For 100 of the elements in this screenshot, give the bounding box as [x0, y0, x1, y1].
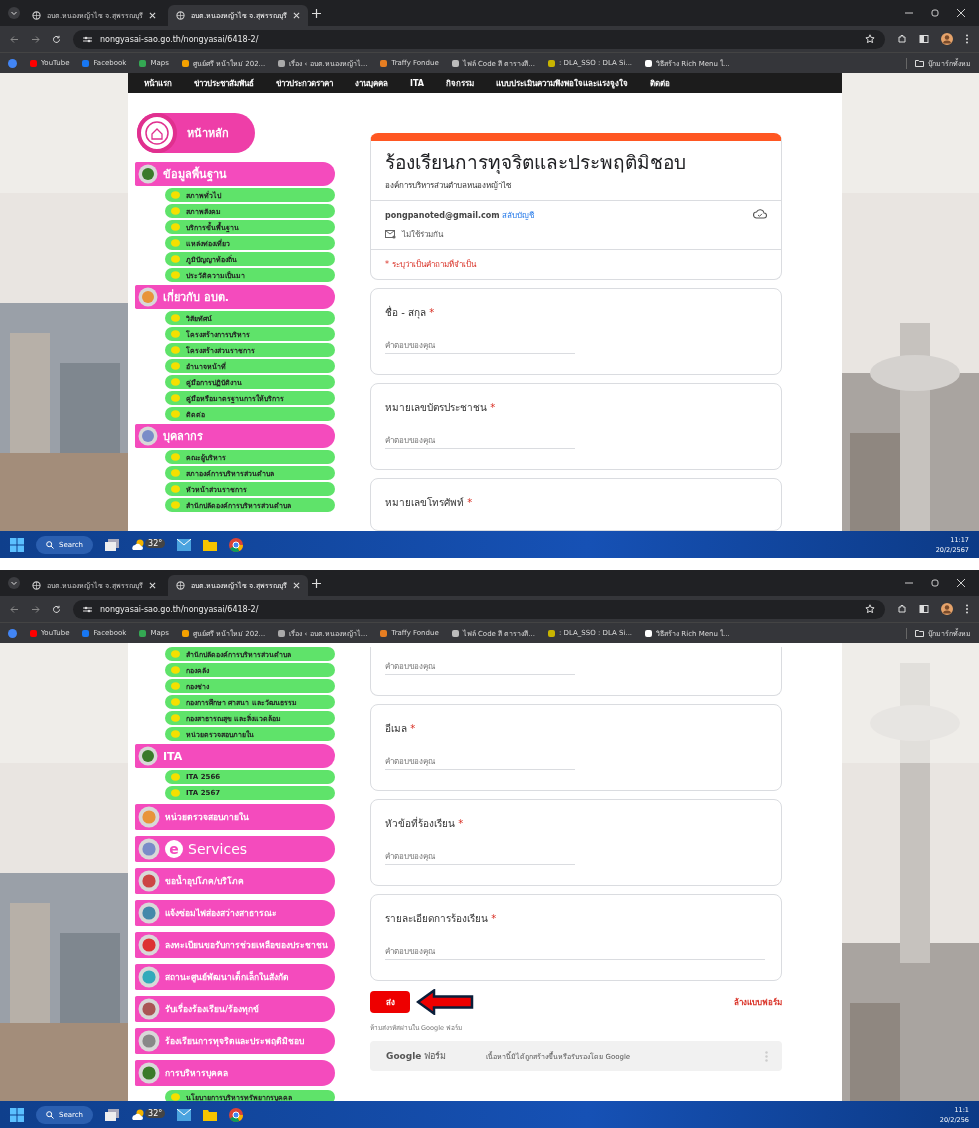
- star-icon[interactable]: [865, 34, 875, 44]
- weather-icon: [131, 1108, 146, 1121]
- mail-app-icon[interactable]: [177, 1108, 192, 1121]
- avatar-icon[interactable]: [941, 33, 953, 45]
- forward-icon[interactable]: [31, 604, 40, 614]
- start-icon[interactable]: [10, 537, 24, 552]
- answer-field[interactable]: คำตอบของคุณ: [385, 433, 575, 449]
- clear-form-link[interactable]: ล้างแบบฟอร์ม: [734, 995, 782, 1009]
- bullet-icon: [171, 1093, 180, 1101]
- close-icon[interactable]: [957, 9, 965, 17]
- answer-field[interactable]: คำตอบของคุณ: [385, 849, 575, 865]
- round-emblem-icon: [138, 966, 160, 988]
- weather-widget[interactable]: 32°: [131, 1108, 166, 1121]
- bullet-icon: [171, 773, 180, 781]
- new-tab-icon[interactable]: [312, 578, 321, 588]
- bullet-icon: [171, 346, 180, 354]
- bullet-icon: [171, 650, 180, 658]
- answer-field[interactable]: คำตอบของคุณ: [385, 659, 575, 675]
- minimize-icon[interactable]: [905, 579, 913, 587]
- answer-field[interactable]: คำตอบของคุณ: [385, 754, 575, 770]
- apps-icon[interactable]: [8, 628, 17, 638]
- caret-icon[interactable]: [8, 577, 20, 589]
- mail-icon: [385, 230, 396, 239]
- back-icon[interactable]: [10, 34, 19, 44]
- required-note: * ระบุว่าเป็นคำถามที่จำเป็น: [371, 249, 781, 279]
- round-emblem-icon: [138, 426, 158, 446]
- tune-icon: [83, 34, 92, 44]
- reload-icon[interactable]: [52, 34, 61, 44]
- more-icon[interactable]: [965, 604, 969, 614]
- restore-icon[interactable]: [931, 9, 939, 17]
- forward-icon[interactable]: [31, 34, 40, 44]
- folder-icon[interactable]: [203, 538, 218, 551]
- nav-link[interactable]: ติดต่อ: [650, 76, 670, 90]
- close-icon[interactable]: [293, 582, 300, 589]
- reload-icon[interactable]: [52, 604, 61, 614]
- caret-icon[interactable]: [8, 7, 20, 19]
- round-emblem-icon: [138, 838, 160, 860]
- browser-icon[interactable]: [229, 1107, 244, 1122]
- bullet-icon: [171, 330, 180, 338]
- star-icon[interactable]: [865, 604, 875, 614]
- address-bar[interactable]: nongyasai-sao.go.th/nongyasai/6418-2/: [73, 29, 885, 49]
- task-view-icon[interactable]: [105, 1108, 120, 1121]
- browser-icon[interactable]: [229, 537, 244, 552]
- close-icon[interactable]: [957, 579, 965, 587]
- more-icon[interactable]: [965, 34, 969, 44]
- weather-widget[interactable]: 32°: [131, 538, 166, 551]
- submit-button[interactable]: ส่ง: [370, 991, 410, 1013]
- answer-field[interactable]: คำตอบของคุณ: [385, 338, 575, 354]
- round-emblem-icon: [138, 287, 158, 307]
- bullet-icon: [171, 453, 180, 461]
- new-tab-icon[interactable]: [312, 8, 321, 18]
- form-description: องค์การบริหารส่วนตำบลหนองหญ้าไซ: [385, 180, 512, 192]
- bullet-icon: [171, 394, 180, 402]
- question-label: อีเมล: [385, 723, 407, 734]
- globe-icon: [32, 11, 41, 20]
- nav-link[interactable]: ข่าวประกวดราคา: [276, 76, 333, 90]
- switch-account-link[interactable]: สลับบัญชี: [502, 211, 535, 220]
- task-view-icon[interactable]: [105, 538, 120, 551]
- required-mark: *: [410, 723, 416, 734]
- bullet-icon: [171, 501, 180, 509]
- side-panel-icon[interactable]: [919, 604, 929, 614]
- avatar-icon[interactable]: [941, 603, 953, 615]
- bullet-icon: [171, 239, 180, 247]
- round-emblem-icon: [138, 806, 160, 828]
- nav-link[interactable]: ITA: [410, 78, 424, 88]
- bullet-icon: [171, 410, 180, 418]
- close-icon[interactable]: [293, 12, 300, 19]
- nav-link[interactable]: แบบประเมินความพึงพอใจและแรงจูงใจ: [496, 76, 628, 90]
- round-emblem-icon: [138, 1030, 160, 1052]
- bullet-icon: [171, 698, 180, 706]
- bullet-icon: [171, 362, 180, 370]
- house-icon: [137, 113, 177, 153]
- bullet-icon: [171, 314, 180, 322]
- back-icon[interactable]: [10, 604, 19, 614]
- restore-icon[interactable]: [931, 579, 939, 587]
- bullet-icon: [171, 223, 180, 231]
- side-panel-icon[interactable]: [919, 34, 929, 44]
- round-emblem-icon: [138, 934, 160, 956]
- answer-field[interactable]: คำตอบของคุณ: [385, 944, 765, 960]
- forms-logo: Google ฟอร์ม: [386, 1050, 447, 1063]
- address-bar[interactable]: nongyasai-sao.go.th/nongyasai/6418-2/: [73, 599, 885, 619]
- nav-link[interactable]: งานบุคคล: [355, 76, 388, 90]
- minimize-icon[interactable]: [905, 9, 913, 17]
- required-mark: *: [458, 818, 464, 829]
- folder-icon[interactable]: [203, 1108, 218, 1121]
- nav-link[interactable]: กิจกรรม: [446, 76, 474, 90]
- question-label: รายละเอียดการร้องเรียน: [385, 913, 488, 924]
- nav-link[interactable]: ข่าวประชาสัมพันธ์: [194, 76, 254, 90]
- bullet-icon: [171, 255, 180, 263]
- round-emblem-icon: [138, 164, 158, 184]
- mail-app-icon[interactable]: [177, 538, 192, 551]
- start-icon[interactable]: [10, 1107, 24, 1122]
- close-icon[interactable]: [149, 12, 156, 19]
- home-button[interactable]: หน้าหลัก: [137, 113, 255, 153]
- bullet-icon: [171, 730, 180, 738]
- required-mark: *: [490, 402, 496, 413]
- folder-icon: [915, 59, 924, 67]
- close-icon[interactable]: [149, 582, 156, 589]
- apps-icon[interactable]: [8, 58, 17, 68]
- nav-link[interactable]: หน้าแรก: [144, 76, 172, 90]
